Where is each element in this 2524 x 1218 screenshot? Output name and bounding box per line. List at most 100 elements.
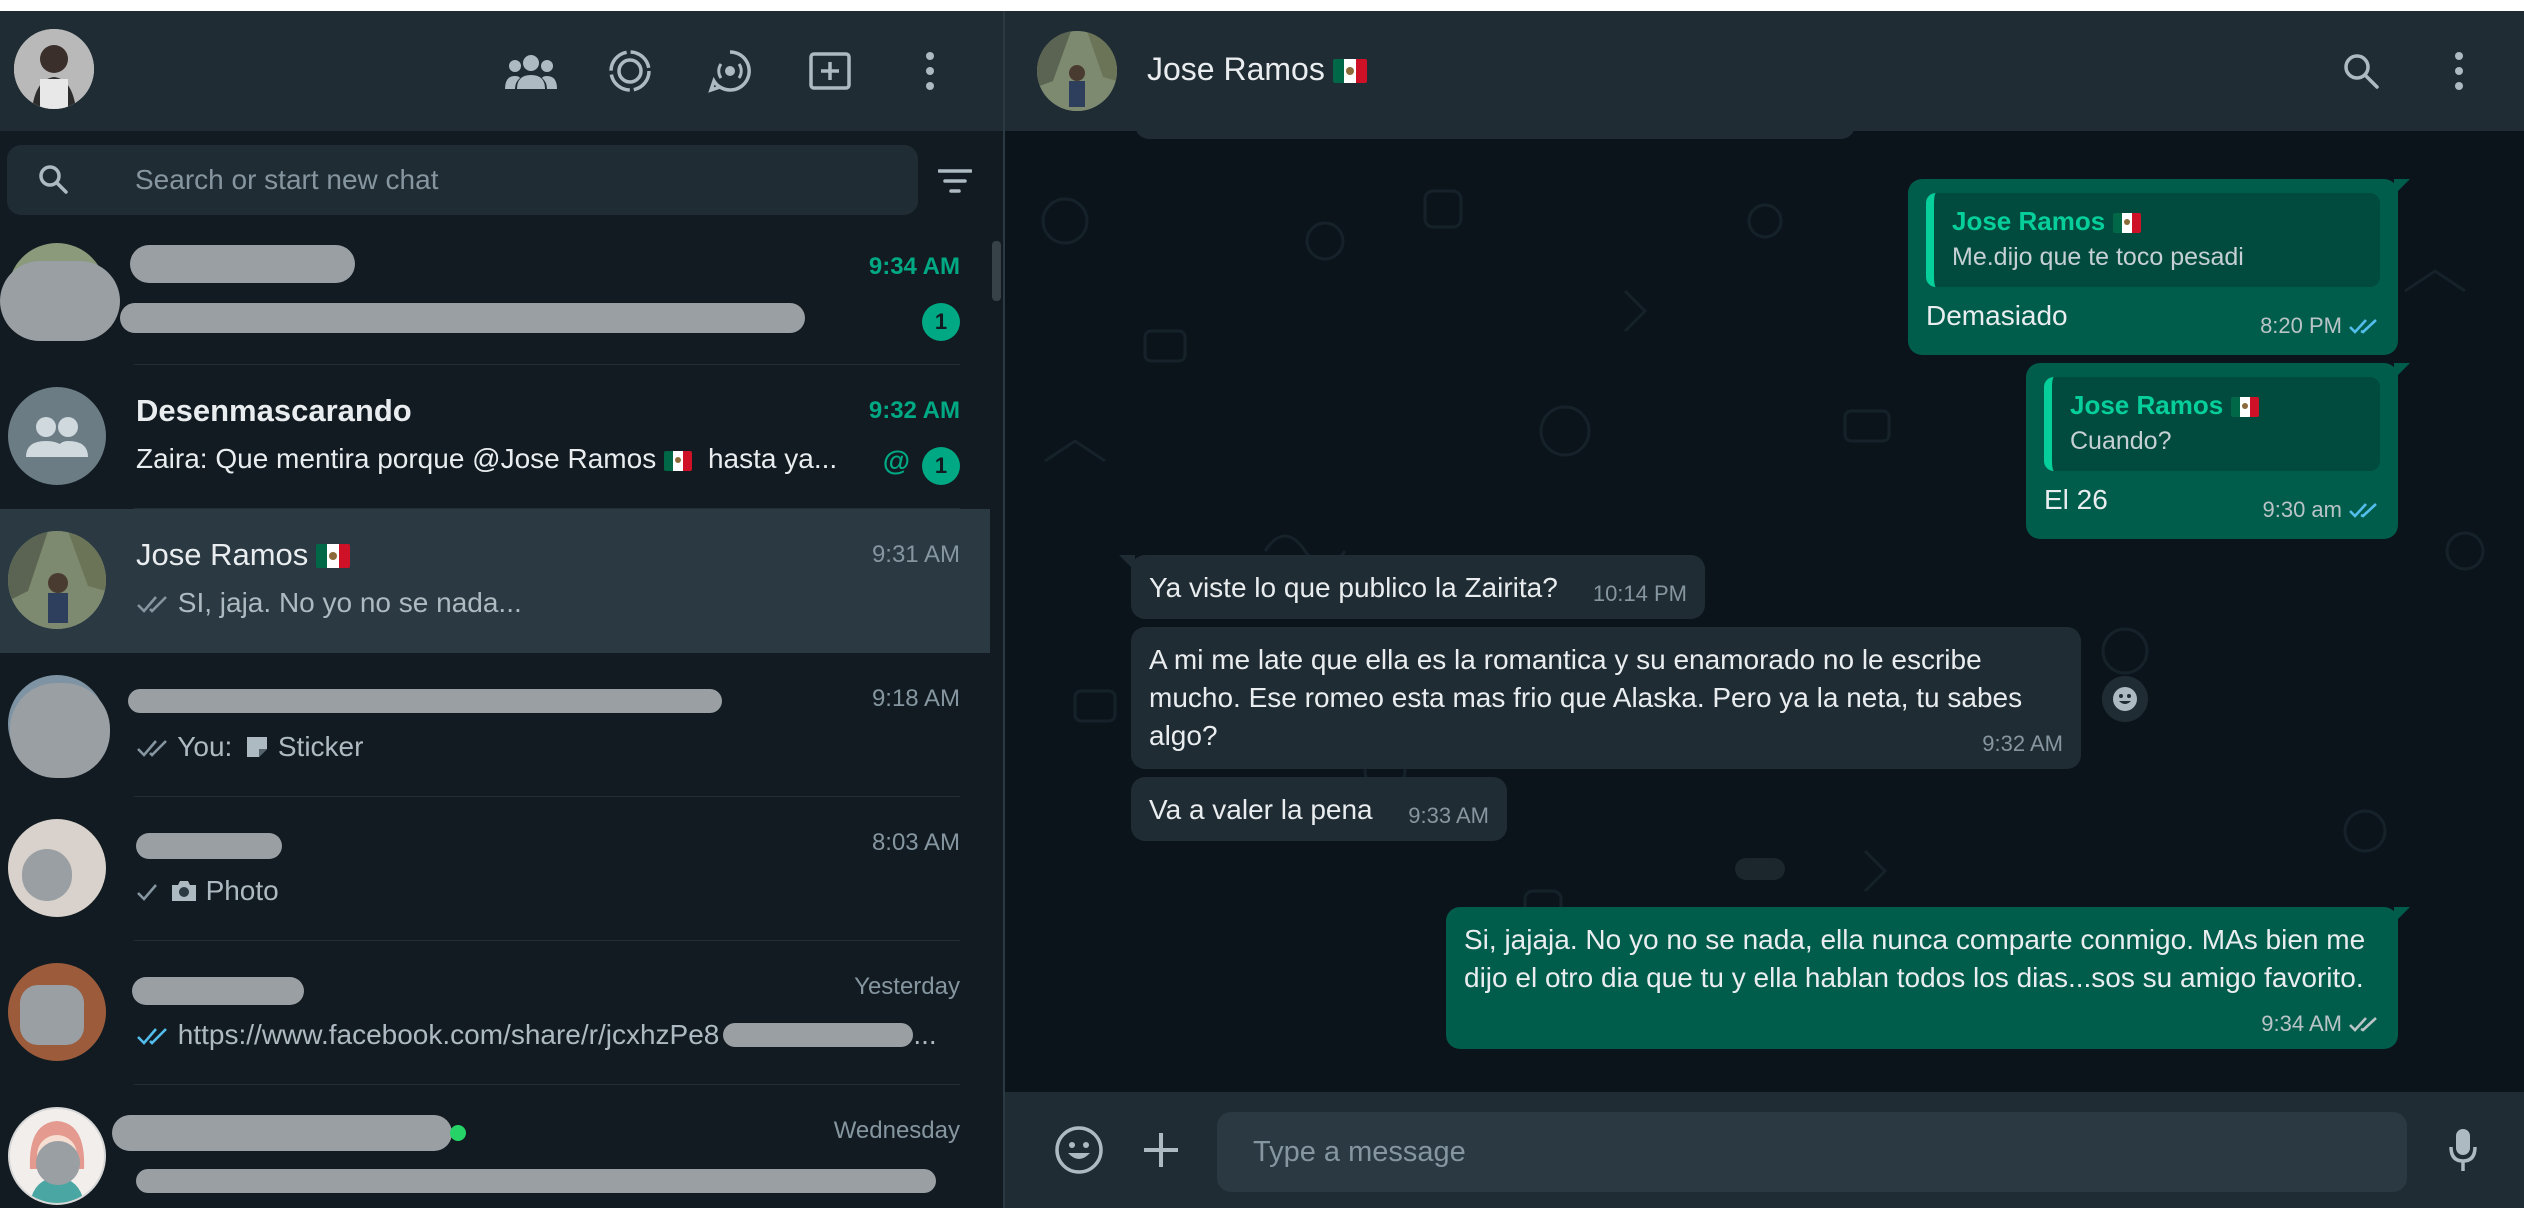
- message-meta: 9:32 AM: [1982, 725, 2063, 763]
- group-icon: [26, 417, 88, 457]
- redaction-mark: [723, 1023, 914, 1047]
- chat-name: Desenmascarando: [136, 393, 412, 428]
- message-meta: 10:14 PM: [1593, 575, 1687, 613]
- chat-list: 9:34 AM 1 Desenmascarando 9:32 AM Zaira:…: [0, 231, 990, 1208]
- left-header: [0, 11, 1003, 131]
- chat-time: Yesterday: [854, 973, 960, 1000]
- conversation-header[interactable]: Jose Ramos: [1005, 11, 2524, 131]
- sticker-icon: [247, 737, 268, 757]
- message-composer: [1005, 1092, 2524, 1208]
- emoji-icon: [2113, 687, 2137, 711]
- chat-preview: Photo: [136, 875, 936, 907]
- message-bubble-outgoing[interactable]: Jose Ramos Me.dijo que te toco pesadi De…: [1908, 179, 2410, 355]
- redaction-mark: [112, 1115, 452, 1151]
- chat-list-item-jose-ramos[interactable]: Jose Ramos 9:31 AM SI, jaja. No yo no se…: [0, 509, 990, 653]
- message-time: 8:20 PM: [2260, 313, 2342, 338]
- message-area[interactable]: Jose Ramos Me.dijo que te toco pesadi De…: [1005, 91, 2524, 1092]
- preview-text: Zaira: Que mentira porque @Jose Ramos: [136, 443, 657, 474]
- chat-time: 9:32 AM: [868, 397, 960, 424]
- menu-icon[interactable]: [900, 41, 960, 101]
- message-time: 9:30 am: [2262, 497, 2343, 522]
- chat-preview: https://www.facebook.com/share/r/jcxhzPe…: [136, 1019, 936, 1051]
- message-text: Ya viste lo que publico la Zairita?: [1149, 572, 1558, 603]
- message-bubble-outgoing[interactable]: Jose Ramos Cuando? El 26 9:30 am: [2026, 363, 2410, 539]
- attach-button[interactable]: [1131, 1120, 1191, 1180]
- chat-time: 9:31 AM: [871, 541, 960, 568]
- redaction-mark: [136, 1169, 936, 1193]
- chat-avatar: [8, 531, 106, 629]
- chat-preview: You: Sticker: [136, 731, 936, 763]
- redaction-mark: [132, 977, 304, 1005]
- quote-text: Cuando?: [2070, 427, 2172, 455]
- group-avatar: [8, 387, 106, 485]
- chat-list-item[interactable]: 9:34 AM 1: [0, 231, 990, 365]
- message-meta: 8:20 PM: [2260, 307, 2380, 345]
- voice-message-button[interactable]: [2433, 1120, 2493, 1180]
- chat-preview: SI, jaja. No yo no se nada...: [136, 587, 936, 619]
- chat-time: 9:34 AM: [868, 253, 960, 280]
- search-messages-icon[interactable]: [2331, 41, 2391, 101]
- chat-list-item[interactable]: 8:03 AM Photo: [0, 797, 990, 941]
- message-input[interactable]: [1217, 1112, 2407, 1192]
- emoji-icon: [1055, 1126, 1103, 1174]
- chat-time: Wednesday: [833, 1117, 960, 1144]
- new-chat-icon[interactable]: [800, 41, 860, 101]
- quoted-message[interactable]: Jose Ramos Cuando?: [2044, 377, 2380, 471]
- chat-list-item[interactable]: 9:18 AM You: Sticker: [0, 653, 990, 797]
- search-input[interactable]: [135, 145, 895, 215]
- message-meta: 9:33 AM: [1408, 797, 1489, 835]
- search-box: [7, 145, 918, 215]
- my-profile-avatar[interactable]: [14, 29, 94, 109]
- chat-name: Jose Ramos: [136, 537, 351, 573]
- redaction-mark: [130, 245, 355, 283]
- double-check-icon: [137, 596, 167, 613]
- double-check-read-icon: [137, 1028, 167, 1045]
- redaction-mark: [128, 689, 722, 713]
- microphone-icon: [2449, 1129, 2477, 1171]
- message-time: 10:14 PM: [1592, 581, 1687, 606]
- chat-list-pane: 9:34 AM 1 Desenmascarando 9:32 AM Zaira:…: [0, 11, 1003, 1208]
- mexico-flag-icon: [2113, 213, 2142, 233]
- communities-icon[interactable]: [501, 41, 561, 101]
- message-bubble-incoming[interactable]: A mi me late que ella es la romantica y …: [1131, 627, 2081, 769]
- message-bubble-incoming[interactable]: Va a valer la pena 9:33 AM: [1131, 777, 1507, 841]
- online-indicator: [450, 1125, 466, 1141]
- bubble-tail: [2394, 179, 2410, 195]
- redaction-mark: [20, 985, 84, 1045]
- chat-list-scrollbar[interactable]: [990, 231, 1003, 1208]
- redaction-mark: [10, 683, 110, 778]
- unread-badge: 1: [922, 447, 960, 485]
- double-check-read-icon: [2349, 503, 2377, 518]
- chat-list-item[interactable]: Wednesday: [0, 1085, 990, 1208]
- message-meta: 9:30 am: [2263, 491, 2381, 529]
- quoted-message[interactable]: Jose Ramos Me.dijo que te toco pesadi: [1926, 193, 2380, 287]
- chat-list-item-desenmascarando[interactable]: Desenmascarando 9:32 AM Zaira: Que menti…: [0, 365, 990, 509]
- contact-name[interactable]: Jose Ramos: [1147, 51, 1367, 88]
- message-text: Si, jajaja. No yo no se nada, ella nunca…: [1464, 924, 2366, 993]
- search-bar: [0, 131, 1003, 231]
- redaction-mark: [36, 1141, 80, 1185]
- scrollbar-thumb[interactable]: [992, 241, 1001, 301]
- emoji-button[interactable]: [1049, 1120, 1109, 1180]
- contact-avatar[interactable]: [1037, 31, 1117, 111]
- filter-icon[interactable]: [937, 169, 973, 198]
- quote-text: Me.dijo que te toco pesadi: [1952, 243, 2244, 271]
- conversation-menu-icon[interactable]: [2429, 41, 2489, 101]
- status-icon[interactable]: [600, 41, 660, 101]
- redaction-mark: [120, 303, 805, 333]
- react-emoji-button[interactable]: [2102, 676, 2148, 722]
- message-time: 9:33 AM: [1408, 803, 1489, 828]
- message-text: Va a valer la pena: [1149, 794, 1373, 825]
- redaction-mark: [136, 833, 282, 859]
- window-bottom-edge: [0, 1208, 2524, 1218]
- channels-icon[interactable]: [700, 41, 760, 101]
- message-bubble-outgoing[interactable]: Si, jajaja. No yo no se nada, ella nunca…: [1446, 907, 2410, 1049]
- redaction-mark: [22, 849, 72, 901]
- mexico-flag-icon: [2231, 397, 2260, 417]
- message-bubble-incoming[interactable]: Ya viste lo que publico la Zairita? 10:1…: [1119, 555, 1705, 619]
- plus-icon: [1144, 1133, 1178, 1167]
- check-icon: [137, 884, 157, 901]
- chat-list-item[interactable]: Yesterday https://www.facebook.com/share…: [0, 941, 990, 1085]
- message-time: 9:34 AM: [2261, 1011, 2342, 1036]
- search-icon[interactable]: [37, 163, 69, 200]
